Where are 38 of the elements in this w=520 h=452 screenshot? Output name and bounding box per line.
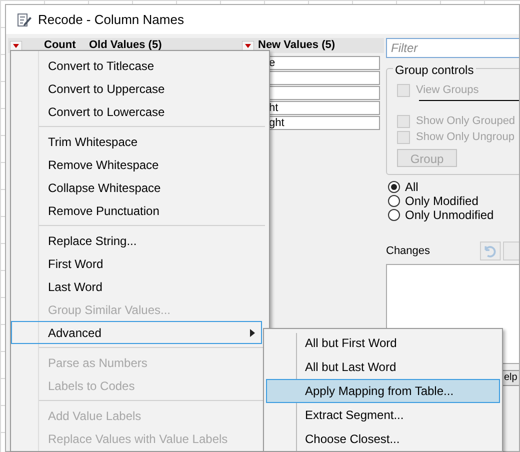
submenu-arrow-icon — [250, 328, 255, 336]
checkbox-label: View Groups — [416, 83, 479, 98]
radio-button[interactable] — [388, 209, 400, 221]
menu-item[interactable]: Replace String... — [11, 229, 262, 252]
menu-item[interactable]: First Word — [11, 252, 262, 275]
column-header: Old Values (5) — [89, 38, 163, 54]
column-header: Count — [44, 38, 77, 54]
filter-field[interactable]: Filter — [386, 38, 519, 58]
menu-item[interactable]: Remove Whitespace — [11, 153, 262, 176]
menu-item[interactable]: All but First Word — [266, 331, 500, 355]
menu-item[interactable]: Remove Punctuation — [11, 199, 262, 222]
menu-item[interactable]: Convert to Uppercase — [11, 77, 262, 100]
help-button[interactable]: elp — [503, 370, 519, 386]
radio-label: Only Modified — [405, 193, 478, 210]
filter-placeholder: Filter — [391, 40, 418, 57]
menu-item[interactable]: Advanced — [11, 321, 262, 344]
menu-item[interactable]: Apply Mapping from Table... — [266, 379, 500, 403]
checkbox-label: Show Only Ungroup — [416, 130, 514, 146]
dropdown-arrow-icon[interactable] — [10, 40, 22, 50]
menu-item[interactable]: Convert to Lowercase — [11, 100, 262, 123]
changes-label: Changes — [386, 244, 432, 259]
menu-item[interactable]: All but Last Word — [266, 355, 500, 379]
menu-item[interactable]: Choose Closest... — [266, 427, 500, 451]
radio-label: All — [405, 179, 418, 196]
menu-item[interactable]: Convert to Titlecase — [11, 54, 262, 77]
window-title: Recode - Column Names — [38, 10, 184, 29]
menu-item[interactable]: Trim Whitespace — [11, 130, 262, 153]
undo-icon[interactable] — [480, 241, 502, 261]
menu-item[interactable]: Collapse Whitespace — [11, 176, 262, 199]
dropdown-arrow-icon[interactable] — [242, 40, 254, 50]
edit-icon — [16, 12, 32, 28]
radio-button[interactable] — [388, 195, 400, 207]
menu-item[interactable]: Last Word — [11, 275, 262, 298]
checkbox-label: Show Only Grouped — [416, 114, 516, 130]
radio-label: Only Unmodified — [405, 208, 494, 224]
column-header: New Values (5) — [258, 38, 336, 54]
radio-button[interactable] — [388, 181, 400, 193]
menu-item[interactable]: Extract Segment... — [266, 403, 500, 427]
